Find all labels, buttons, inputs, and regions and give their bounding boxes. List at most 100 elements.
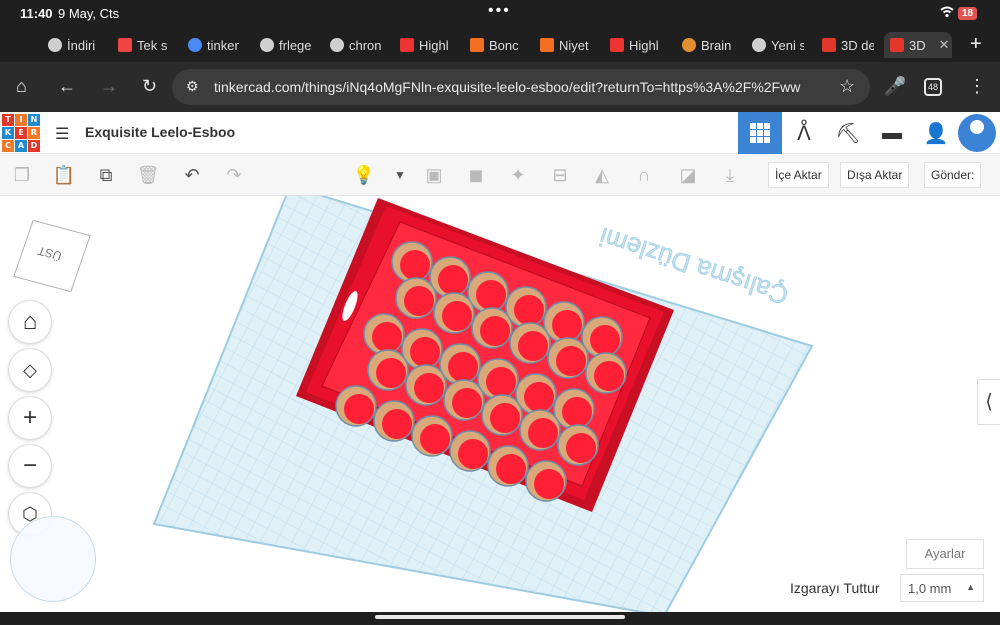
lightbulb-icon[interactable]: 💡 xyxy=(352,164,376,186)
logo-letter: N xyxy=(28,114,40,126)
crate-hole-floor xyxy=(404,286,434,316)
magnet-icon[interactable]: ∩ xyxy=(632,164,656,186)
bricks-button[interactable]: ▬ xyxy=(870,112,914,154)
settings-button[interactable]: Ayarlar xyxy=(906,539,984,569)
crate-hole-floor xyxy=(590,325,620,355)
crate-hole-floor xyxy=(556,346,586,376)
blocks-button[interactable]: ⛏ xyxy=(826,112,870,154)
browser-tab[interactable]: Niyet xyxy=(540,32,592,58)
snap-grid-value: 1,0 mm xyxy=(908,581,952,596)
browser-tab[interactable]: Brain xyxy=(682,32,734,58)
hb-icon xyxy=(470,38,484,52)
shapes-panel-toggle[interactable]: ⟨ xyxy=(977,379,1000,425)
snap-grid-select[interactable]: 1,0 mm ▲ xyxy=(900,574,984,602)
chevron-down-icon[interactable]: ▼ xyxy=(388,164,412,186)
url-text[interactable]: tinkercad.com/things/iNq4oMgFNln-exquisi… xyxy=(214,79,814,95)
close-icon[interactable]: ✕ xyxy=(939,37,950,53)
workplane-scene[interactable]: Çalışma Düzlemi xyxy=(0,196,1000,612)
browser-tab[interactable]: İndiri xyxy=(48,32,100,58)
crate-hole-floor xyxy=(566,433,596,463)
brain-icon xyxy=(682,38,696,52)
crate-hole-floor xyxy=(452,388,482,418)
tab-label: Highl xyxy=(629,37,659,53)
crate-hole-floor xyxy=(476,280,506,310)
design-list-icon[interactable]: ☰ xyxy=(55,124,69,144)
browser-tab-active[interactable]: 3D ✕ xyxy=(884,32,952,58)
export-button[interactable]: Dışa Aktar xyxy=(840,162,910,188)
snap-grid-label: Izgarayı Tuttur xyxy=(790,580,880,596)
tab-count-button[interactable]: 48 xyxy=(924,78,942,96)
zoom-out-button[interactable]: − xyxy=(8,444,52,488)
crate-hole-floor xyxy=(344,394,374,424)
grid-view-button[interactable] xyxy=(738,112,782,154)
design-title[interactable]: Exquisite Leelo-Esboo xyxy=(85,124,235,140)
cruise-icon[interactable]: ✦ xyxy=(506,164,530,186)
browser-tab[interactable]: chron xyxy=(330,32,382,58)
browser-tab[interactable]: Yeni s xyxy=(752,32,804,58)
add-user-button[interactable]: 👤 xyxy=(914,112,958,154)
back-icon[interactable]: ← xyxy=(58,76,76,97)
browser-tab[interactable]: Tek s xyxy=(118,32,170,58)
browser-tab[interactable]: Highl xyxy=(610,32,662,58)
tab-label: 3D xyxy=(909,37,926,53)
browser-tab[interactable]: tinker xyxy=(188,32,240,58)
site-settings-icon[interactable]: ⚙ xyxy=(186,78,199,95)
microphone-icon[interactable]: 🎤 xyxy=(884,76,906,97)
highlight-icon xyxy=(400,38,414,52)
bookmark-star-icon[interactable]: ☆ xyxy=(839,76,855,97)
minus-icon: − xyxy=(22,452,37,479)
crate-hole-floor xyxy=(372,322,402,352)
copy-icon[interactable]: ❐ xyxy=(10,164,34,186)
logo-letter: R xyxy=(28,127,40,139)
crate-hole-floor xyxy=(486,367,516,397)
3d-canvas[interactable]: Çalışma Düzlemi ÜST ⌂ ◇ + − ⬡ ⟨ Ayarlar … xyxy=(0,196,1000,612)
fit-view-button[interactable]: ◇ xyxy=(8,348,52,392)
crate-hole-floor xyxy=(518,331,548,361)
globe-icon xyxy=(330,38,344,52)
duplicate-icon[interactable]: ⧉ xyxy=(94,164,118,186)
ungroup-icon[interactable]: ◼ xyxy=(464,164,488,186)
import-button[interactable]: İçe Aktar xyxy=(768,162,829,188)
crate-hole-floor xyxy=(448,352,478,382)
avatar[interactable] xyxy=(958,114,996,152)
reload-icon[interactable]: ↻ xyxy=(142,76,157,97)
home-icon[interactable]: ⌂ xyxy=(16,76,27,97)
align-icon[interactable]: ⊟ xyxy=(548,164,572,186)
send-button[interactable]: Gönder: xyxy=(924,162,982,188)
multitask-dots[interactable]: ••• xyxy=(488,2,511,20)
group-icon[interactable]: ▣ xyxy=(422,164,446,186)
forward-icon[interactable]: → xyxy=(100,76,118,97)
add-user-icon: 👤 xyxy=(923,122,949,145)
undo-icon[interactable]: ↶ xyxy=(180,164,204,186)
browser-tab[interactable]: frlege xyxy=(260,32,312,58)
tab-label: Highl xyxy=(419,37,449,53)
zoom-in-button[interactable]: + xyxy=(8,396,52,440)
delete-icon[interactable]: 🗑 xyxy=(136,164,160,186)
browser-tab[interactable]: Bonc xyxy=(470,32,522,58)
highlight-icon xyxy=(610,38,624,52)
new-tab-button[interactable]: + xyxy=(970,33,982,56)
tab-label: Bonc xyxy=(489,37,519,53)
address-bar[interactable]: ⚙ tinkercad.com/things/iNq4oMgFNln-exqui… xyxy=(172,69,870,105)
tinkercad-logo[interactable]: T I N K E R C A D xyxy=(2,114,40,152)
logo-letter: E xyxy=(15,127,27,139)
google-icon xyxy=(188,38,202,52)
ruler-icon[interactable]: ⤓ xyxy=(718,164,742,186)
tab-label: İndiri xyxy=(67,37,96,53)
crate-hole-floor xyxy=(438,265,468,295)
orbit-joystick[interactable] xyxy=(10,516,96,602)
plus-icon: + xyxy=(22,404,37,431)
tab-label: chron xyxy=(349,37,382,53)
gesture-bar xyxy=(375,615,625,619)
workplane-icon[interactable]: ◪ xyxy=(676,164,700,186)
crate-hole-floor xyxy=(528,418,558,448)
browser-tab[interactable]: Highl xyxy=(400,32,452,58)
redo-icon[interactable]: ↷ xyxy=(222,164,246,186)
sim-lab-button[interactable]: ᐰ xyxy=(782,112,826,154)
tab-label: Brain xyxy=(701,37,732,53)
paste-icon[interactable]: 📋 xyxy=(52,164,76,186)
mirror-icon[interactable]: ◭ xyxy=(590,164,614,186)
home-view-button[interactable]: ⌂ xyxy=(8,300,52,344)
menu-dots-icon[interactable]: ⋮ xyxy=(968,76,986,97)
browser-tab[interactable]: 3D de xyxy=(822,32,874,58)
